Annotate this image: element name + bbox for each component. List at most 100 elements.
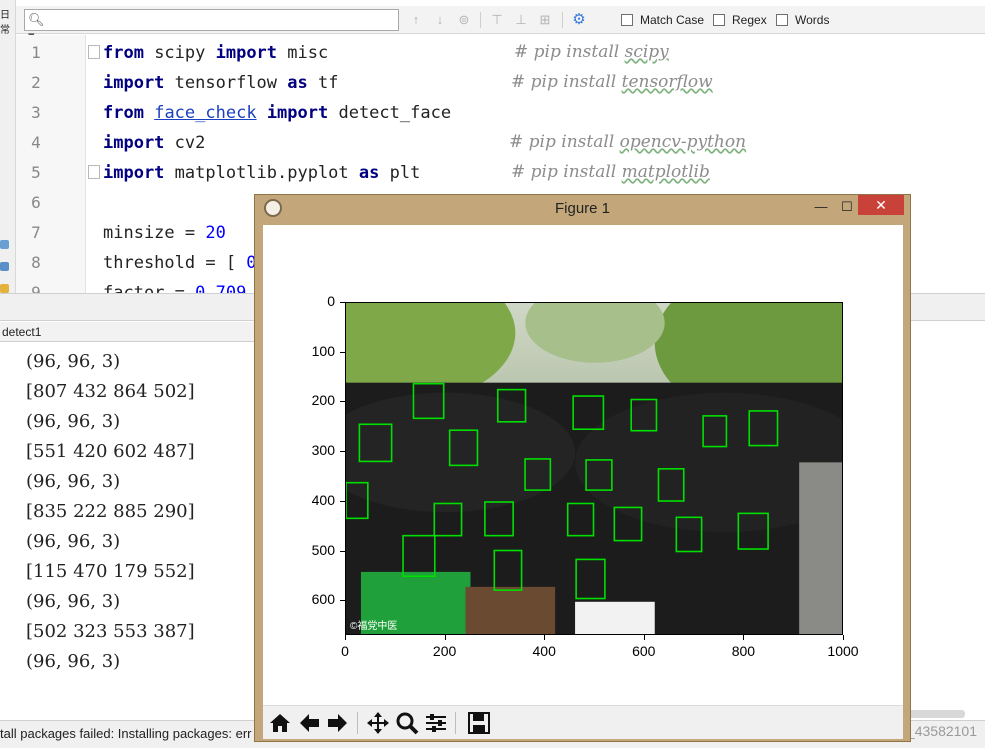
y-tick-label: 600 bbox=[311, 591, 335, 608]
python-file-icon[interactable] bbox=[0, 262, 9, 271]
x-tick-mark bbox=[843, 635, 844, 640]
y-tick-mark bbox=[340, 500, 345, 502]
y-tick-mark bbox=[340, 351, 345, 353]
words-checkbox[interactable] bbox=[776, 14, 788, 26]
face-box bbox=[448, 429, 479, 467]
save-icon[interactable] bbox=[466, 711, 492, 735]
project-tree-icon[interactable] bbox=[0, 240, 9, 249]
x-tick-mark bbox=[345, 635, 346, 640]
line-number-gutter: 1 2 3 4 5 6 7 8 9 bbox=[16, 35, 86, 293]
line-number: 2 bbox=[31, 73, 41, 92]
remove-occurrence-icon[interactable]: ⊥ bbox=[510, 10, 532, 30]
next-occurrence-icon[interactable]: ↓ bbox=[429, 10, 451, 30]
comment-5: # pip install matplotlib bbox=[511, 162, 710, 182]
status-message[interactable]: tall packages failed: Installing package… bbox=[0, 726, 251, 741]
keyword: import bbox=[215, 43, 278, 63]
console-line: [502 323 553 387] bbox=[26, 621, 195, 642]
search-icon[interactable]: 🔍︎▾ bbox=[28, 12, 48, 43]
code-text: plt bbox=[379, 163, 421, 183]
x-tick-label: 200 bbox=[432, 643, 457, 659]
code-line-3: from face_check import detect_face bbox=[103, 103, 451, 123]
home-icon[interactable] bbox=[267, 711, 293, 735]
comment-2: # pip install tensorflow bbox=[511, 72, 713, 92]
gear-icon[interactable]: ⚙ bbox=[568, 10, 590, 30]
words-option[interactable]: Words bbox=[776, 12, 829, 28]
figure-window: Figure 1 — ☐ ✕ ©福党中医 0 100 200 300 400 5… bbox=[254, 194, 911, 742]
close-button[interactable]: ✕ bbox=[858, 195, 904, 215]
x-tick-label: 0 bbox=[341, 643, 349, 659]
line-number: 5 bbox=[31, 163, 41, 182]
line-number: 6 bbox=[31, 193, 41, 212]
regex-checkbox[interactable] bbox=[713, 14, 725, 26]
y-tick-label: 400 bbox=[311, 491, 335, 508]
fold-marker-icon[interactable] bbox=[88, 165, 100, 179]
code-line-9: factor = 0.709 bbox=[103, 283, 246, 293]
find-in-path-icon[interactable]: ⊜ bbox=[453, 10, 475, 30]
face-box bbox=[493, 549, 523, 591]
pan-icon[interactable] bbox=[365, 711, 391, 735]
x-tick-mark bbox=[444, 635, 446, 640]
keyword: as bbox=[358, 163, 380, 183]
code-text: misc bbox=[277, 43, 329, 63]
y-tick-label: 500 bbox=[311, 541, 335, 558]
face-box bbox=[572, 395, 605, 431]
code-line-5: import matplotlib.pyplot as plt bbox=[103, 163, 420, 183]
x-tick-label: 1000 bbox=[827, 643, 859, 659]
words-label: Words bbox=[795, 13, 830, 27]
horizontal-scrollbar[interactable] bbox=[905, 710, 965, 718]
face-box bbox=[346, 481, 369, 520]
number-literal: 0.709 bbox=[195, 283, 247, 293]
configure-icon[interactable] bbox=[423, 711, 449, 735]
image-watermark: ©福党中医 bbox=[350, 621, 398, 632]
keyword: from bbox=[103, 103, 144, 123]
zoom-icon[interactable] bbox=[394, 711, 420, 735]
maximize-button[interactable]: ☐ bbox=[833, 198, 861, 216]
line-number: 4 bbox=[31, 133, 41, 152]
image-axes[interactable]: ©福党中医 bbox=[345, 302, 843, 635]
code-text: detect_face bbox=[328, 103, 452, 123]
face-box bbox=[484, 501, 514, 537]
comment-text: # pip install bbox=[514, 42, 625, 62]
console-line: (96, 96, 3) bbox=[26, 351, 121, 372]
search-input[interactable] bbox=[51, 11, 391, 29]
line-number: 3 bbox=[31, 103, 41, 122]
face-box bbox=[402, 534, 436, 578]
add-occurrence-icon[interactable]: ⊤ bbox=[486, 10, 508, 30]
module-link[interactable]: face_check bbox=[154, 103, 256, 123]
figure-titlebar[interactable]: Figure 1 — ☐ ✕ bbox=[255, 195, 910, 222]
run-console-output: (96, 96, 3) [807 432 864 502] (96, 96, 3… bbox=[0, 343, 262, 710]
code-text: threshold = [ bbox=[103, 253, 247, 273]
face-box bbox=[702, 415, 728, 448]
face-box bbox=[496, 388, 527, 423]
code-text: tf bbox=[307, 73, 339, 93]
keyword: as bbox=[287, 73, 308, 93]
face-box bbox=[657, 468, 685, 502]
match-case-checkbox[interactable] bbox=[621, 14, 633, 26]
console-line: [807 432 864 502] bbox=[26, 381, 195, 402]
forward-icon[interactable] bbox=[325, 711, 351, 735]
console-line: (96, 96, 3) bbox=[26, 471, 121, 492]
minimize-button[interactable]: — bbox=[807, 198, 835, 216]
fold-marker-icon[interactable] bbox=[88, 45, 100, 59]
line-number: 1 bbox=[31, 43, 41, 62]
face-box bbox=[524, 458, 552, 491]
code-line-8: threshold = [ 0. bbox=[103, 253, 267, 273]
toolbar-divider bbox=[480, 12, 481, 28]
code-text: matplotlib.pyplot bbox=[164, 163, 359, 183]
comment-text: # pip install bbox=[511, 162, 622, 182]
console-line: [835 222 885 290] bbox=[26, 501, 195, 522]
y-tick-mark bbox=[340, 302, 345, 303]
run-console-tab[interactable]: detect1 bbox=[0, 322, 270, 342]
keyword: import bbox=[103, 73, 165, 93]
search-box[interactable]: 🔍︎▾ bbox=[24, 9, 399, 43]
previous-occurrence-icon[interactable]: ↑ bbox=[405, 10, 427, 30]
figure-canvas[interactable]: ©福党中医 0 100 200 300 400 500 600 0 200 400 600 800 1… bbox=[263, 225, 903, 705]
code-line-2: import tensorflow as tf bbox=[103, 73, 338, 93]
python-file-icon[interactable] bbox=[0, 284, 9, 293]
match-case-option[interactable]: Match Case bbox=[621, 12, 704, 28]
comment-1: # pip install scipy bbox=[514, 42, 669, 62]
regex-option[interactable]: Regex bbox=[713, 12, 767, 28]
back-icon[interactable] bbox=[296, 711, 322, 735]
left-strip-label: 日常 bbox=[0, 10, 10, 36]
select-all-occurrences-icon[interactable]: ⊞ bbox=[534, 10, 556, 30]
